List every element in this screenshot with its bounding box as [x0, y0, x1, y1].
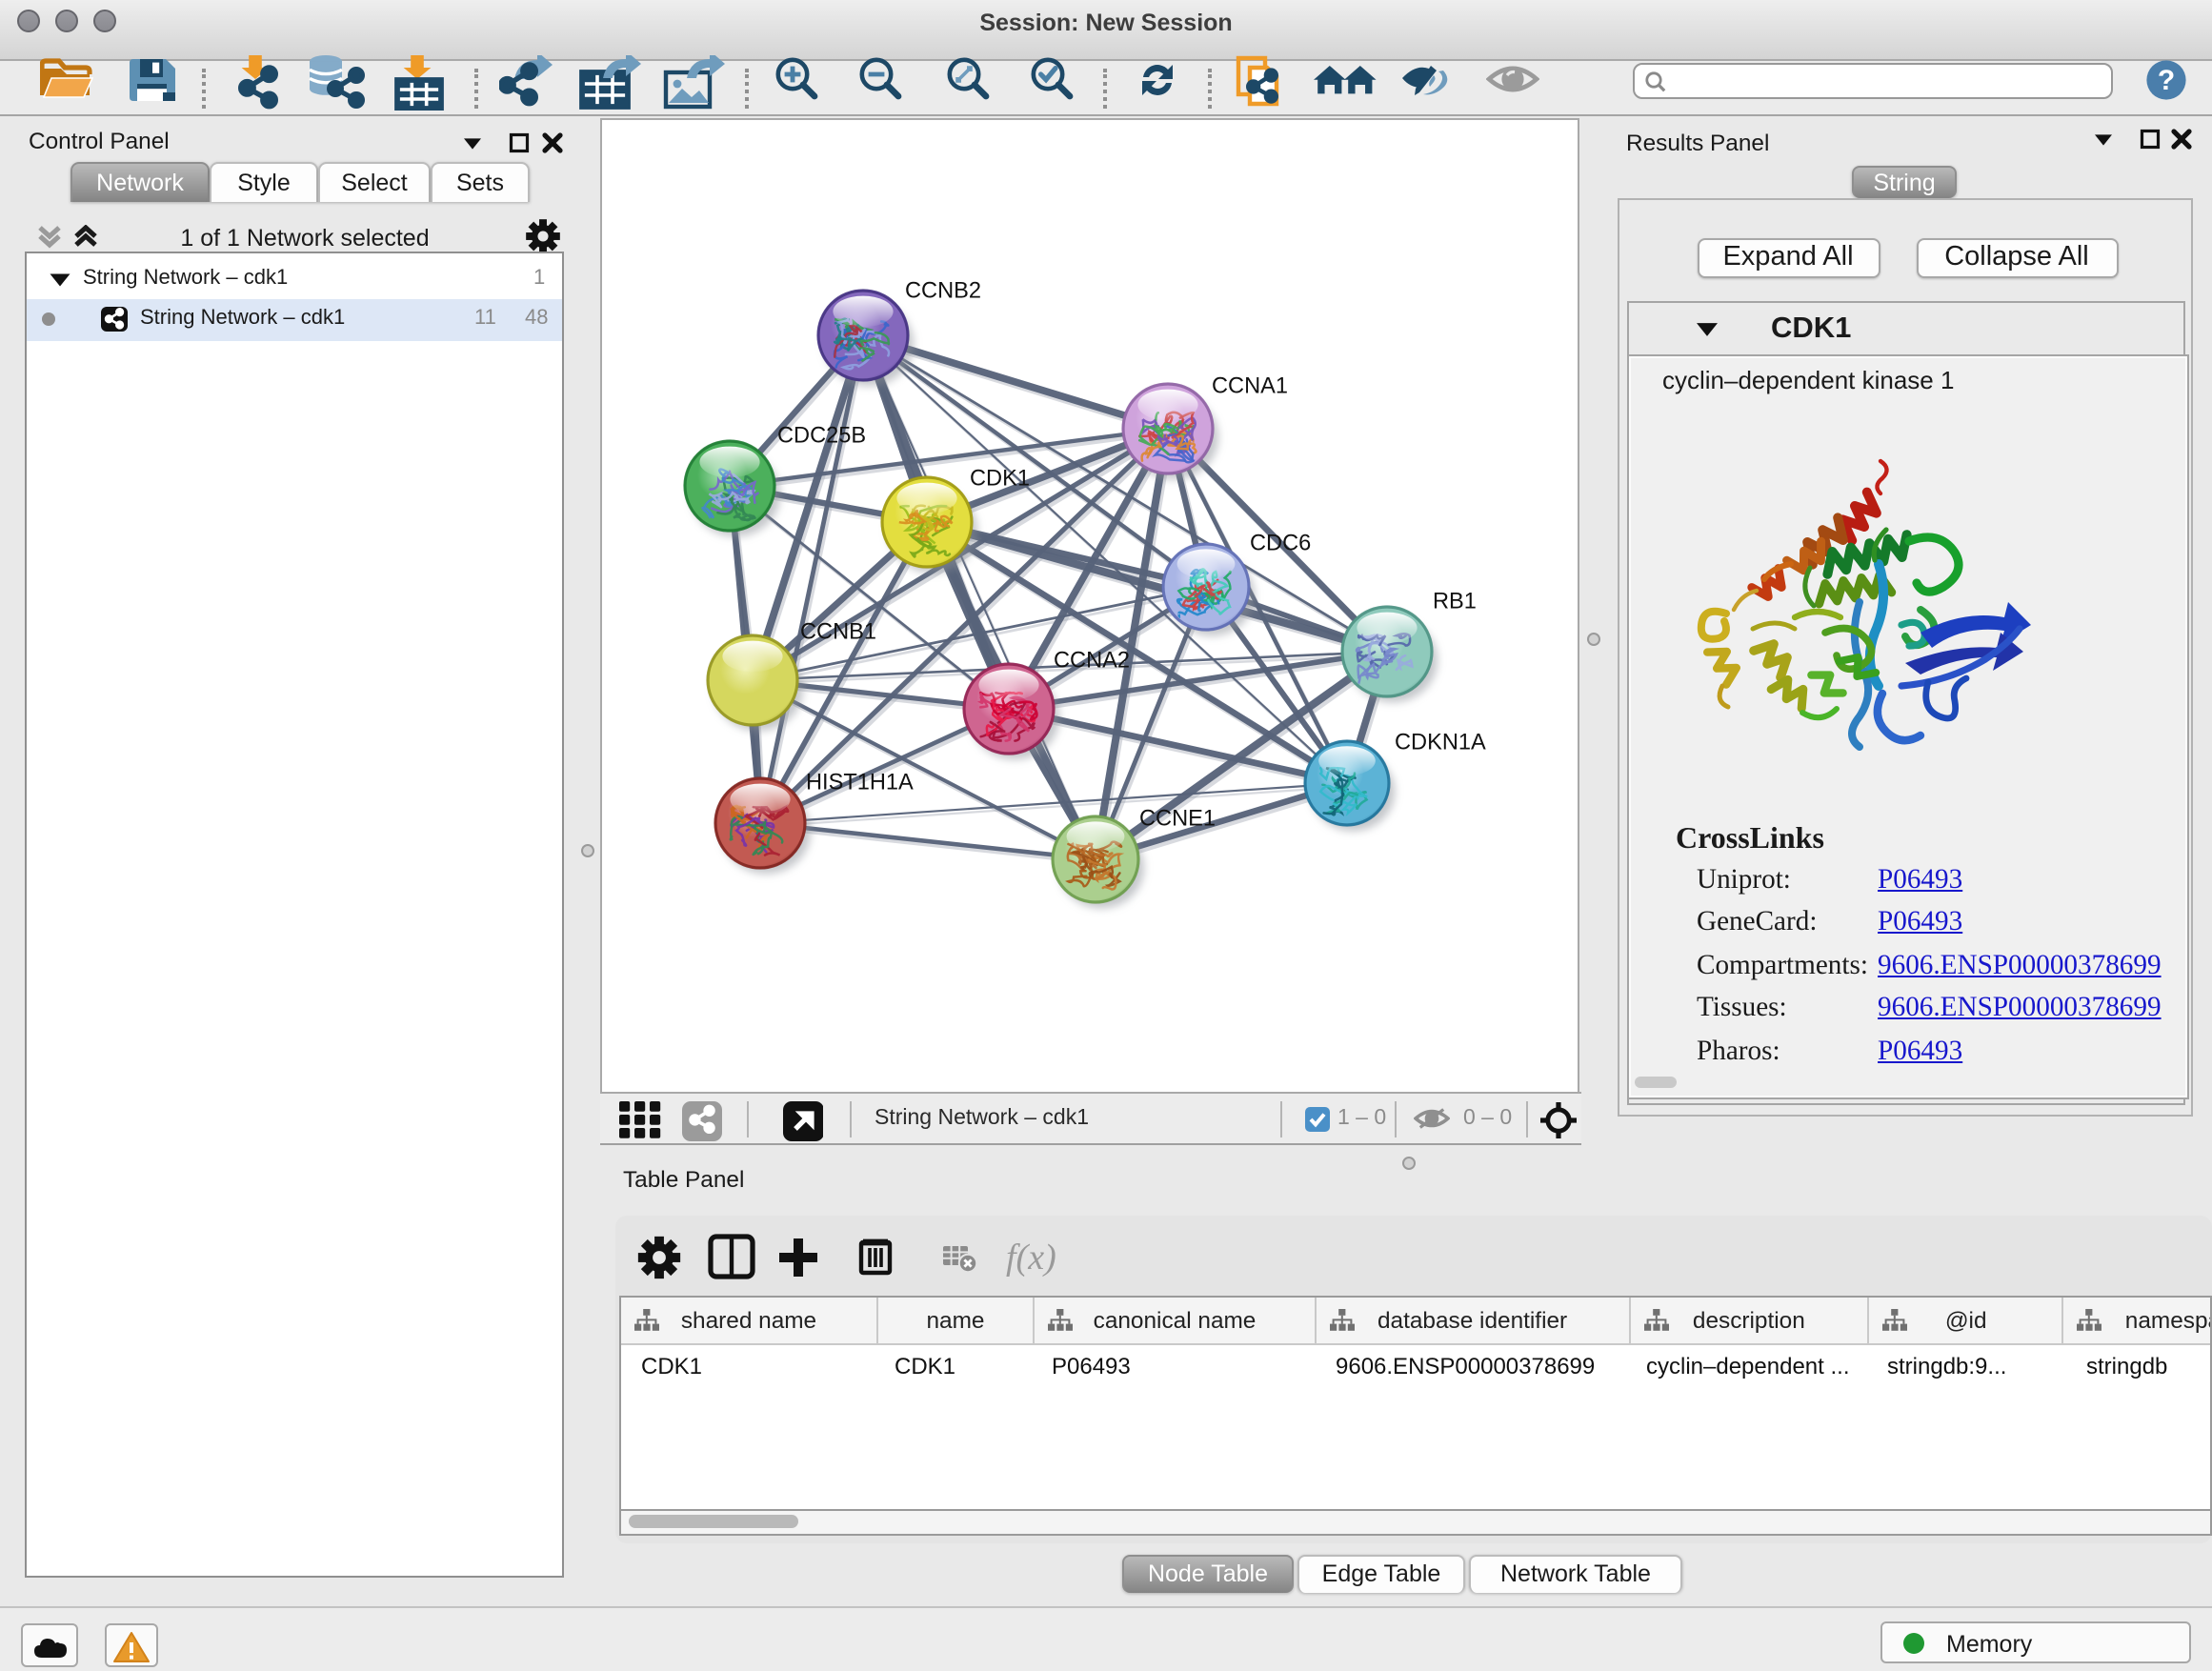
svg-text:CCNB2: CCNB2: [905, 279, 981, 304]
svg-text:RB1: RB1: [1433, 590, 1477, 614]
svg-text:CDKN1A: CDKN1A: [1395, 731, 1486, 755]
svg-text:CDK1: CDK1: [970, 467, 1030, 492]
svg-text:CCNB1: CCNB1: [800, 620, 876, 645]
svg-text:HIST1H1A: HIST1H1A: [806, 771, 914, 795]
svg-text:CCNA1: CCNA1: [1212, 374, 1288, 399]
svg-text:CDC25B: CDC25B: [777, 424, 866, 449]
svg-text:CDC6: CDC6: [1250, 532, 1311, 556]
svg-text:CCNA2: CCNA2: [1054, 649, 1130, 674]
svg-text:f(x): f(x): [1006, 1238, 1056, 1278]
svg-text:?: ?: [2158, 64, 2175, 95]
svg-text:CCNE1: CCNE1: [1139, 807, 1216, 832]
